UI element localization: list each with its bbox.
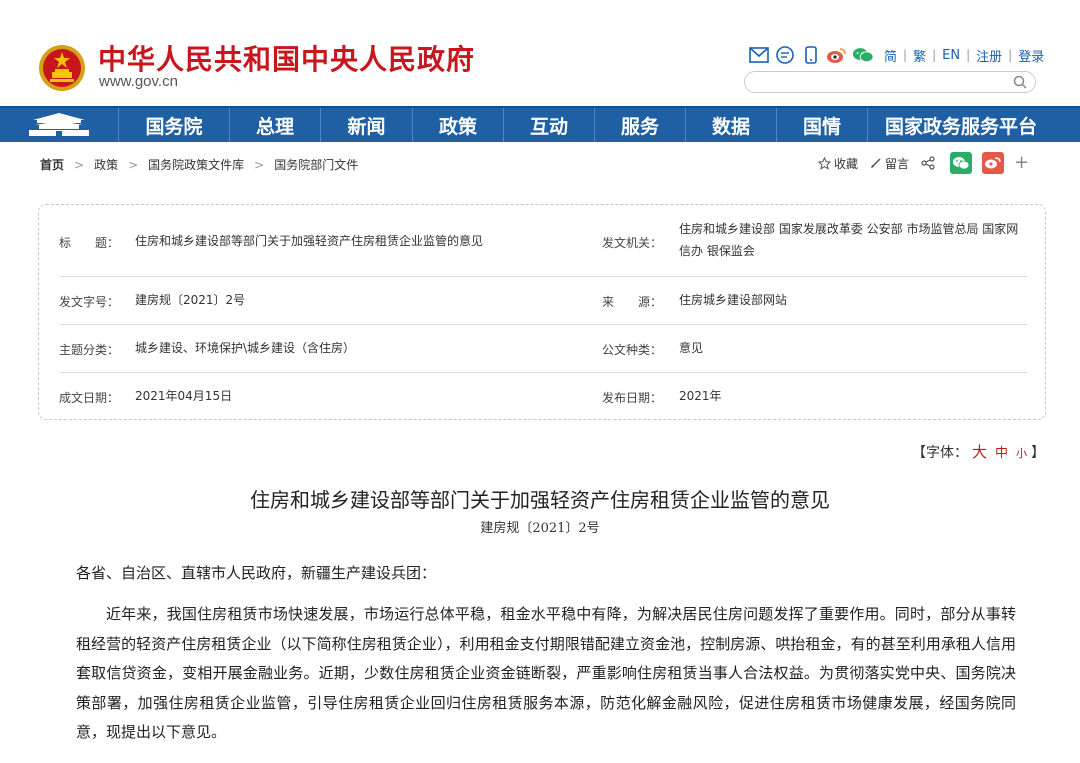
breadcrumb-policy-library[interactable]: 国务院政策文件库	[148, 156, 244, 173]
share-wechat-icon[interactable]	[950, 152, 973, 174]
search-input[interactable]	[744, 71, 1036, 93]
breadcrumb-dept-documents[interactable]: 国务院部门文件	[274, 156, 358, 173]
mobile-icon[interactable]	[800, 45, 822, 65]
issuer-label: 发文机关：	[602, 236, 663, 250]
national-emblem-icon[interactable]	[38, 44, 86, 92]
site-header: 中华人民共和国中央人民政府 www.gov.cn 简 | 繁 | EN | 注册…	[0, 0, 1080, 106]
lang-english-link[interactable]: EN	[942, 48, 960, 63]
topic-label: 主题分类：	[59, 343, 120, 357]
nav-item-services[interactable]: 服务	[594, 108, 685, 142]
info-row-topic: 主题分类： 城乡建设、环境保护\城乡建设（含住房） 公文种类： 意见	[59, 325, 1027, 373]
publish-date-label: 发布日期：	[602, 391, 663, 405]
doctype-value: 意见	[679, 341, 704, 355]
info-row-dates: 成文日期： 2021年04月15日 发布日期： 2021年	[59, 373, 1027, 419]
separator: |	[932, 48, 937, 62]
issuer-value: 住房和城乡建设部 国家发展改革委 公安部 市场监管总局 国家网信办 银保监会	[679, 222, 1019, 258]
nav-item-data[interactable]: 数据	[685, 108, 776, 142]
article-docno: 建房规〔2021〕2号	[480, 521, 600, 536]
nav-item-gov-service-platform[interactable]: 国家政务服务平台	[867, 108, 1054, 142]
separator: |	[903, 48, 908, 62]
doctype-label: 公文种类：	[602, 343, 663, 357]
nav-item-state-council[interactable]: 国务院	[118, 108, 229, 142]
comment-label: 留言	[885, 156, 910, 171]
font-size-suffix: 】	[1031, 445, 1046, 461]
font-size-prefix: 【字体：	[912, 445, 968, 461]
breadcrumb-home[interactable]: 首页	[40, 156, 64, 173]
site-url[interactable]: www.gov.cn	[99, 73, 178, 90]
share-more-icon[interactable]: +	[1014, 154, 1029, 172]
font-size-small-button[interactable]: 小	[1016, 447, 1027, 460]
title-label: 标 题：	[59, 236, 120, 250]
document-info-panel: 标 题： 住房和城乡建设部等部门关于加强轻资产住房租赁企业监管的意见 发文机关：…	[38, 204, 1046, 420]
search-icon[interactable]	[1013, 75, 1027, 89]
article-title: 住房和城乡建设部等部门关于加强轻资产住房租赁企业监管的意见	[250, 488, 830, 512]
mail-icon[interactable]	[748, 45, 770, 65]
site-title[interactable]: 中华人民共和国中央人民政府	[98, 38, 475, 78]
wechat-icon[interactable]	[852, 45, 874, 65]
tiananmen-icon[interactable]	[0, 108, 118, 142]
source-value: 住房城乡建设部网站	[679, 293, 788, 307]
article-body: 近年来，我国住房租赁市场快速发展，市场运行总体平稳，租金水平稳中有降，为解决居民…	[76, 605, 1016, 741]
written-date-value: 2021年04月15日	[135, 389, 233, 403]
favorite-label: 收藏	[834, 156, 859, 171]
info-row-docno: 发文字号： 建房规〔2021〕2号 来 源： 住房城乡建设部网站	[59, 277, 1027, 325]
nav-item-premier[interactable]: 总理	[229, 108, 320, 142]
info-row-title: 标 题： 住房和城乡建设部等部门关于加强轻资产住房租赁企业监管的意见 发文机关：…	[59, 205, 1027, 277]
star-icon	[818, 156, 831, 170]
nav-item-policy[interactable]: 政策	[412, 108, 503, 142]
nav-item-national-info[interactable]: 国情	[776, 108, 867, 142]
pencil-icon	[871, 158, 881, 168]
breadcrumb: 首页 > 政策 > 国务院政策文件库 > 国务院部门文件	[40, 156, 358, 173]
docno-label: 发文字号：	[59, 295, 120, 309]
top-links: 简 | 繁 | EN | 注册 | 登录	[748, 44, 1044, 66]
chevron-right-icon: >	[74, 157, 85, 172]
nav-item-news[interactable]: 新闻	[320, 108, 412, 142]
page-tools: 收藏 留言 +	[818, 152, 1029, 174]
article-greeting: 各省、自治区、直辖市人民政府，新疆生产建设兵团：	[76, 564, 437, 582]
share-weibo-icon[interactable]	[982, 152, 1005, 174]
font-size-control: 【字体：大中小】	[912, 441, 1045, 462]
comment-button[interactable]: 留言	[870, 155, 909, 172]
docno-value: 建房规〔2021〕2号	[135, 293, 246, 307]
chat-icon[interactable]	[774, 45, 796, 65]
topic-value: 城乡建设、环境保护\城乡建设（含住房）	[135, 341, 356, 355]
separator: |	[966, 48, 971, 62]
favorite-button[interactable]: 收藏	[818, 155, 858, 172]
title-value: 住房和城乡建设部等部门关于加强轻资产住房租赁企业监管的意见	[135, 234, 484, 248]
nav-item-interaction[interactable]: 互动	[503, 108, 594, 142]
login-link[interactable]: 登录	[1018, 46, 1044, 65]
publish-date-value: 2021年	[679, 389, 722, 403]
source-label: 来 源：	[602, 295, 663, 309]
font-size-large-button[interactable]: 大	[972, 443, 987, 461]
main-nav: 国务院 总理 新闻 政策 互动 服务 数据 国情 国家政务服务平台	[0, 106, 1080, 142]
chevron-right-icon: >	[128, 157, 139, 172]
separator: |	[1008, 48, 1013, 62]
lang-simplified-link[interactable]: 简	[884, 46, 897, 65]
breadcrumb-policy[interactable]: 政策	[94, 156, 118, 173]
weibo-icon[interactable]	[826, 45, 848, 65]
chevron-right-icon: >	[254, 157, 265, 172]
share-icon[interactable]	[921, 156, 938, 170]
font-size-medium-button[interactable]: 中	[995, 446, 1008, 461]
lang-traditional-link[interactable]: 繁	[913, 46, 926, 65]
register-link[interactable]: 注册	[976, 46, 1002, 65]
written-date-label: 成文日期：	[59, 391, 120, 405]
